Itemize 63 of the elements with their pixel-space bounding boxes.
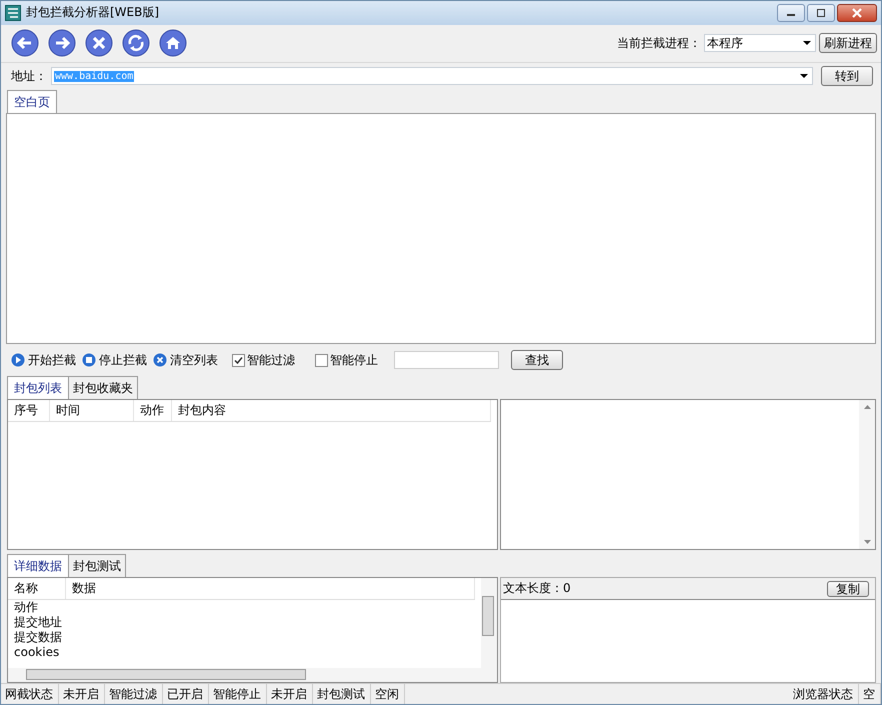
refresh-icon[interactable]	[122, 29, 150, 58]
play-icon	[11, 353, 25, 368]
clear-icon	[153, 353, 167, 368]
scroll-down-icon[interactable]	[864, 540, 870, 544]
status-text: 空闲	[371, 684, 405, 704]
status-text: 已开启	[163, 684, 209, 704]
address-label: 地址：	[11, 68, 47, 85]
scroll-up-icon[interactable]	[864, 405, 870, 410]
url-text: www.baidu.com	[54, 70, 134, 82]
maximize-button[interactable]	[807, 4, 835, 22]
stop-icon[interactable]	[85, 29, 113, 58]
text-length-label: 文本长度：0	[503, 580, 571, 598]
packet-tab[interactable]: 封包收藏夹	[68, 376, 138, 400]
status-text: 智能停止	[209, 684, 267, 704]
window-title: 封包拦截分析器[WEB版]	[26, 4, 160, 22]
status-text: 未开启	[59, 684, 105, 704]
detail-row[interactable]: 提交数据	[8, 630, 481, 646]
caret-icon	[800, 74, 808, 78]
search-field[interactable]	[394, 351, 499, 370]
action-button[interactable]: 清空列表	[153, 352, 218, 369]
app-icon	[5, 4, 21, 21]
status-text: 浏览器状态	[789, 684, 859, 704]
option-checkbox[interactable]: 智能停止	[315, 352, 378, 369]
status-text: 空	[859, 684, 881, 704]
maximize-icon	[816, 8, 826, 17]
column-header[interactable]: 时间	[50, 400, 134, 422]
minimize-button[interactable]	[777, 4, 805, 22]
status-text: 未开启	[267, 684, 313, 704]
option-checkbox[interactable]: 智能过滤	[232, 352, 295, 369]
stop-icon	[82, 353, 96, 368]
packet-tab[interactable]: 封包列表	[7, 376, 69, 400]
detail-tab[interactable]: 详细数据	[7, 554, 69, 578]
close-button[interactable]	[837, 4, 877, 22]
copy-button[interactable]: 复制	[827, 580, 869, 597]
detail-row[interactable]: 提交地址	[8, 615, 481, 630]
find-button[interactable]: 查找	[511, 350, 563, 370]
status-text: 封包测试	[313, 684, 371, 704]
process-dropdown[interactable]: 本程序	[704, 34, 816, 52]
back-icon[interactable]	[11, 29, 39, 58]
check-icon	[234, 356, 243, 365]
action-button[interactable]: 开始拦截	[11, 352, 76, 369]
action-button[interactable]: 停止拦截	[82, 352, 147, 369]
column-header[interactable]: 动作	[134, 400, 172, 422]
scrollbar[interactable]	[859, 400, 875, 550]
column-header[interactable]: 序号	[8, 400, 50, 422]
column-header[interactable]: 名称	[8, 578, 66, 600]
horizontal-scrollbar[interactable]	[8, 668, 497, 682]
column-header[interactable]: 封包内容	[172, 400, 491, 422]
detail-tab[interactable]: 封包测试	[68, 554, 126, 578]
go-button[interactable]: 转到	[821, 66, 873, 86]
close-icon	[851, 8, 863, 18]
detail-row[interactable]: 动作	[8, 600, 481, 616]
scrollbar[interactable]	[481, 578, 497, 668]
status-text: 智能过滤	[105, 684, 163, 704]
status-text: 网截状态	[1, 684, 59, 704]
browser-tab[interactable]: 空白页	[7, 90, 57, 114]
process-label: 当前拦截进程：	[617, 34, 701, 52]
home-icon[interactable]	[159, 29, 187, 58]
detail-row[interactable]: cookies	[8, 645, 481, 660]
refresh-process-button[interactable]: 刷新进程	[819, 33, 877, 54]
forward-icon[interactable]	[48, 29, 76, 58]
caret-icon	[803, 41, 811, 46]
column-header[interactable]: 数据	[66, 578, 475, 600]
